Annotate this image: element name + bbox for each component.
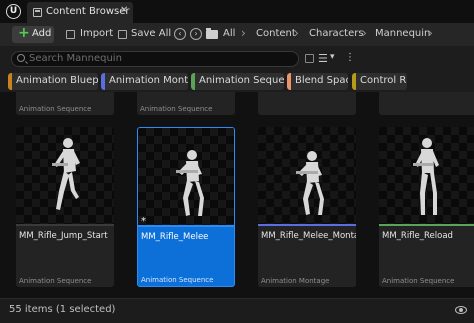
mannequin-icon bbox=[296, 151, 324, 215]
filter-chip-animation-montage[interactable]: Animation Montage bbox=[101, 73, 188, 90]
asset-thumbnail bbox=[16, 127, 114, 224]
asset-tile[interactable]: Animation Sequence bbox=[137, 92, 235, 115]
asset-grid: Animation Sequence Animation Sequence MM… bbox=[0, 92, 474, 298]
asset-type: Animation Sequence bbox=[19, 105, 92, 113]
breadcrumb-mannequin[interactable]: Mannequin bbox=[375, 28, 430, 39]
add-button-label: Add bbox=[32, 28, 52, 39]
filter-chip-control-rig[interactable]: Control Rig bbox=[352, 73, 407, 90]
search-icon bbox=[17, 54, 25, 62]
chevron-right-icon[interactable]: › bbox=[241, 26, 246, 40]
forward-icon[interactable]: › bbox=[190, 28, 202, 40]
chip-label: Blend Space bbox=[295, 75, 348, 86]
filter-bar: Animation Blueprint Animation Montage An… bbox=[0, 72, 474, 92]
back-icon[interactable]: ‹ bbox=[174, 28, 186, 40]
import-button[interactable]: Import bbox=[80, 28, 113, 39]
search-input[interactable]: Search Mannequin bbox=[11, 51, 299, 67]
chip-color bbox=[8, 73, 12, 90]
asset-name: MM_Rifle_Melee_Montage bbox=[261, 231, 356, 241]
unreal-logo-icon[interactable]: U bbox=[6, 4, 21, 19]
asset-name: MM_Rifle_Reload bbox=[382, 231, 453, 241]
status-bar: 55 items (1 selected) bbox=[0, 298, 474, 323]
asset-name: MM_Rifle_Melee bbox=[141, 232, 209, 242]
search-row: Search Mannequin ☰ ▾ ⋮ bbox=[0, 46, 474, 72]
asset-tile[interactable] bbox=[379, 92, 474, 115]
asset-tile-mm-rifle-melee-montage[interactable]: MM_Rifle_Melee_Montage Animation Montage bbox=[258, 127, 356, 287]
asset-type: Animation Montage bbox=[261, 277, 330, 285]
chevron-down-icon[interactable]: ▾ bbox=[330, 52, 335, 62]
chip-color bbox=[101, 73, 105, 90]
chip-label: Animation Montage bbox=[109, 75, 188, 86]
asset-type: Animation Sequence bbox=[382, 277, 455, 285]
chip-color bbox=[287, 73, 291, 90]
toolbar: + Add Import Save All ‹ › All › Content … bbox=[0, 23, 474, 46]
filter-icon[interactable]: ☰ bbox=[318, 52, 328, 65]
breadcrumb-content[interactable]: Content bbox=[256, 28, 296, 39]
tab-label: Content Browser bbox=[46, 6, 130, 17]
filter-chip-animation-blueprint[interactable]: Animation Blueprint bbox=[8, 73, 98, 90]
save-all-button[interactable]: Save All bbox=[131, 28, 171, 39]
save-search-icon[interactable] bbox=[305, 54, 314, 63]
item-count: 55 items (1 selected) bbox=[9, 304, 116, 315]
asset-tile-mm-rifle-reload[interactable]: MM_Rifle_Reload Animation Sequence bbox=[379, 127, 474, 287]
asset-tile[interactable] bbox=[258, 92, 356, 115]
asset-type: Animation Sequence bbox=[140, 105, 213, 113]
asset-thumbnail: * bbox=[138, 128, 234, 227]
close-icon[interactable]: ✕ bbox=[120, 5, 128, 16]
eye-icon[interactable] bbox=[455, 306, 467, 314]
tab-content-browser[interactable]: Content Browser ✕ bbox=[27, 2, 133, 23]
import-icon bbox=[66, 30, 75, 39]
breadcrumb-all[interactable]: All bbox=[223, 28, 235, 39]
asset-color-strip bbox=[379, 224, 474, 226]
title-bar: U Content Browser ✕ bbox=[0, 0, 474, 23]
breadcrumb-characters[interactable]: Characters bbox=[309, 28, 364, 39]
content-browser-icon bbox=[33, 8, 42, 17]
chip-color bbox=[352, 73, 356, 90]
more-options-icon[interactable]: ⋮ bbox=[345, 52, 355, 63]
chevron-right-icon[interactable]: › bbox=[428, 26, 433, 40]
chip-label: Animation Sequence bbox=[199, 75, 284, 86]
chip-label: Animation Blueprint bbox=[16, 75, 98, 86]
asset-tile-mm-rifle-jump-start[interactable]: MM_Rifle_Jump_Start Animation Sequence bbox=[16, 127, 114, 287]
add-button[interactable]: + Add bbox=[12, 25, 54, 43]
asset-type: Animation Sequence bbox=[19, 277, 92, 285]
chevron-right-icon[interactable]: › bbox=[294, 26, 299, 40]
asset-color-strip bbox=[16, 224, 114, 226]
chip-color bbox=[191, 73, 195, 90]
asset-thumbnail bbox=[379, 127, 474, 224]
chevron-right-icon[interactable]: › bbox=[362, 26, 367, 40]
asset-tile-mm-rifle-melee[interactable]: * MM_Rifle_Melee Animation Sequence bbox=[137, 127, 235, 287]
asset-thumbnail bbox=[258, 127, 356, 224]
save-icon bbox=[118, 30, 127, 39]
folder-icon[interactable] bbox=[206, 28, 218, 39]
asset-color-strip bbox=[138, 225, 234, 227]
mannequin-icon bbox=[413, 138, 439, 215]
chip-label: Control Rig bbox=[360, 75, 407, 86]
asset-tile[interactable]: Animation Sequence bbox=[16, 92, 114, 115]
filter-chip-blend-space[interactable]: Blend Space bbox=[287, 73, 348, 90]
asset-type: Animation Sequence bbox=[141, 276, 214, 284]
asset-name: MM_Rifle_Jump_Start bbox=[19, 231, 108, 241]
mannequin-icon bbox=[176, 150, 204, 216]
plus-icon: + bbox=[18, 25, 30, 41]
asset-color-strip bbox=[258, 224, 356, 226]
search-placeholder: Search Mannequin bbox=[29, 53, 122, 64]
filter-chip-animation-sequence[interactable]: Animation Sequence bbox=[191, 73, 284, 90]
mannequin-icon bbox=[52, 138, 80, 210]
